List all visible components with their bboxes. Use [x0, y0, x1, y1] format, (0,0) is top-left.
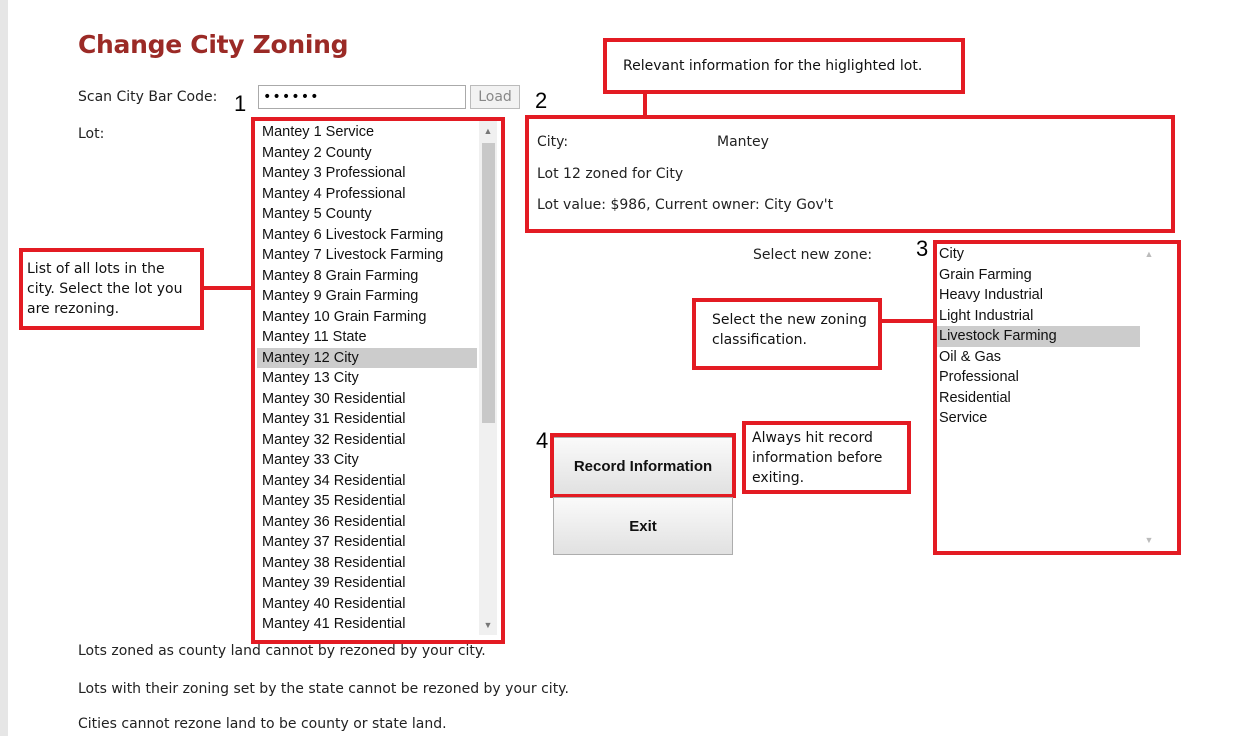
page-left-edge — [0, 0, 8, 736]
info-city-label: City: — [537, 134, 569, 150]
zone-list-highlight-frame — [933, 240, 1181, 555]
page-title: Change City Zoning — [78, 30, 349, 59]
barcode-input[interactable] — [258, 85, 466, 109]
marker-1: 1 — [234, 91, 247, 116]
record-button-highlight-frame — [550, 433, 736, 498]
marker-2: 2 — [535, 88, 548, 113]
exit-button[interactable]: Exit — [553, 497, 733, 555]
callout-connector — [643, 92, 647, 116]
callout-list-of-lots: List of all lots in the city. Select the… — [19, 248, 204, 330]
note-state: Lots with their zoning set by the state … — [78, 681, 569, 697]
lot-list-highlight-frame — [251, 117, 505, 644]
callout-connector — [203, 286, 252, 290]
marker-3: 3 — [916, 236, 929, 261]
marker-4: 4 — [536, 428, 549, 453]
info-zoned-line: Lot 12 zoned for City — [537, 166, 684, 182]
load-button[interactable]: Load — [470, 85, 520, 109]
info-city-value: Mantey — [717, 134, 769, 150]
info-value-line: Lot value: $986, Current owner: City Gov… — [537, 197, 834, 213]
callout-connector — [880, 319, 936, 323]
callout-relevant-info: Relevant information for the higlighted … — [603, 38, 965, 94]
lot-label: Lot: — [78, 126, 105, 142]
select-zone-label: Select new zone: — [753, 247, 873, 263]
barcode-label: Scan City Bar Code: — [78, 89, 218, 105]
note-cities: Cities cannot rezone land to be county o… — [78, 716, 447, 732]
callout-always-record: Always hit record information before exi… — [742, 421, 911, 494]
note-county: Lots zoned as county land cannot by rezo… — [78, 643, 486, 659]
callout-select-zoning: Select the new zoning classification. — [692, 298, 882, 370]
